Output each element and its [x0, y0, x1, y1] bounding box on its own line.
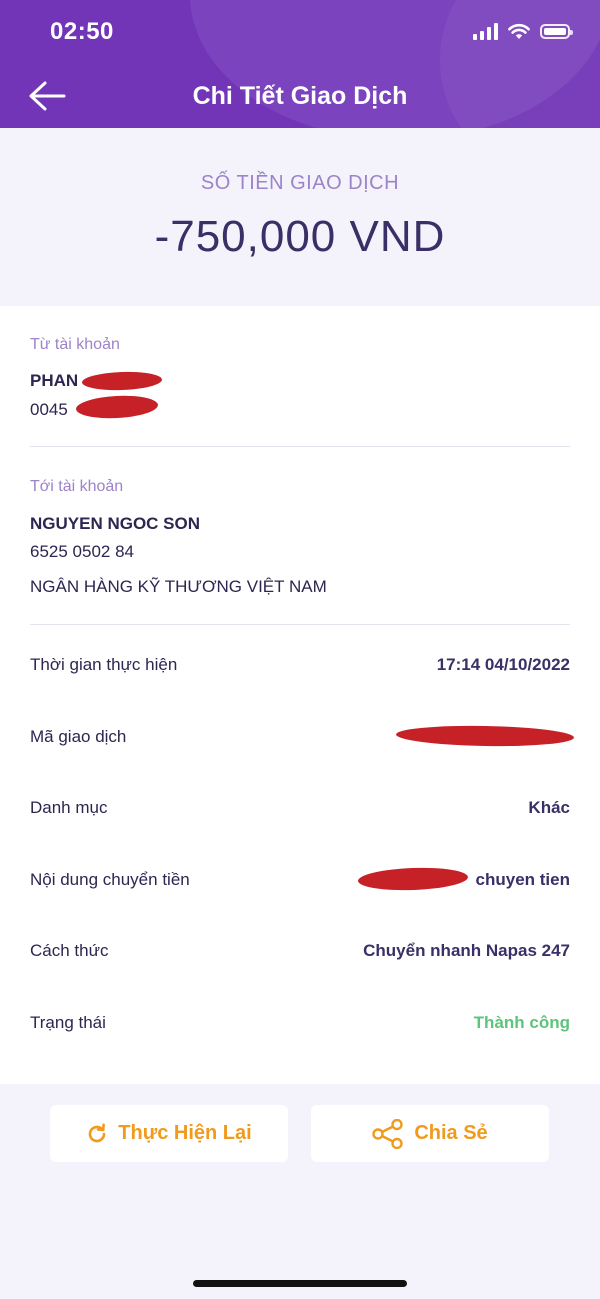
refresh-icon: [89, 1123, 106, 1142]
detail-label-time: Thời gian thực hiện: [30, 655, 178, 674]
detail-label-transaction-id: Mã giao dịch: [30, 727, 127, 746]
battery-icon: [540, 23, 573, 39]
app-header: 02:50 Chi Tiết Giao Dịch: [0, 0, 600, 128]
redaction-mark: [81, 370, 163, 392]
home-indicator[interactable]: [193, 1280, 407, 1287]
to-account-bank: NGÂN HÀNG KỸ THƯƠNG VIỆT NAM: [30, 577, 327, 596]
status-icons: [473, 22, 573, 40]
to-account-name: NGUYEN NGOC SON: [30, 514, 201, 533]
detail-label-category: Danh mục: [30, 798, 108, 817]
share-button-label: Chia Sẻ: [414, 1122, 488, 1144]
from-account-name: PHAN: [30, 371, 79, 390]
detail-value-category: Khác: [528, 798, 570, 817]
amount-value: -750,000 VND: [154, 212, 446, 261]
amount-label: SỐ TIỀN GIAO DỊCH: [200, 172, 400, 194]
detail-label-status: Trạng thái: [30, 1013, 106, 1032]
to-account-number: 6525 0502 84: [30, 542, 134, 561]
wifi-icon: [508, 23, 530, 39]
divider: [30, 446, 570, 447]
divider: [30, 624, 570, 625]
detail-label-method: Cách thức: [30, 941, 109, 960]
redaction-mark: [357, 866, 469, 892]
retry-button-label: Thực Hiện Lại: [118, 1122, 252, 1144]
to-account-label: Tới tài khoản: [30, 478, 124, 495]
detail-label-content: Nội dung chuyển tiền: [30, 870, 190, 889]
share-icon: [372, 1118, 404, 1149]
detail-value-status: Thành công: [473, 1013, 570, 1032]
retry-button[interactable]: Thực Hiện Lại: [50, 1105, 288, 1162]
detail-value-time: 17:14 04/10/2022: [436, 655, 570, 674]
from-account-number: 0045: [30, 400, 68, 419]
redaction-mark: [75, 393, 159, 421]
amount-section: SỐ TIỀN GIAO DỊCH -750,000 VND: [0, 128, 600, 306]
detail-value-content: chuyen tien: [475, 870, 570, 889]
transaction-details: Từ tài khoản PHAN 0045 Tới tài khoản NGU…: [0, 306, 600, 1084]
share-button[interactable]: Chia Sẻ: [311, 1105, 549, 1162]
detail-value-method: Chuyển nhanh Napas 247: [363, 941, 570, 960]
redaction-mark: [395, 724, 575, 748]
from-account-label: Từ tài khoản: [30, 336, 120, 353]
page-title: Chi Tiết Giao Dịch: [192, 82, 408, 110]
status-time: 02:50: [50, 18, 114, 45]
signal-icon: [473, 22, 498, 40]
